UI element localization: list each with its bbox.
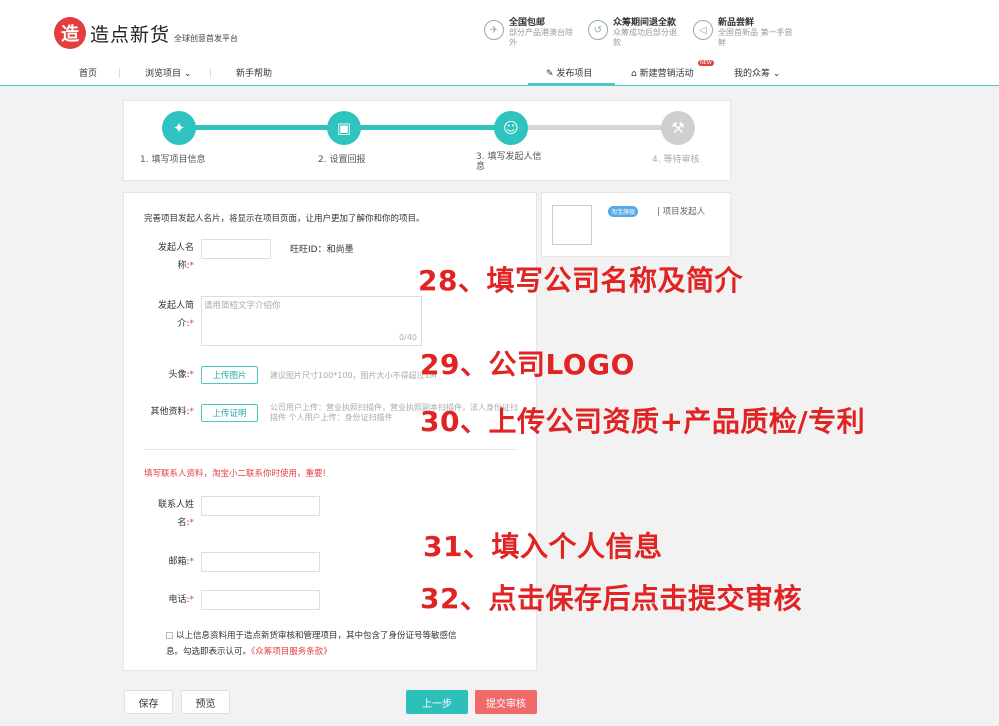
nav-publish[interactable]: ✎ 发布项目 [546, 66, 592, 79]
upload-proof-button[interactable]: 上传证明 [201, 404, 258, 422]
save-button[interactable]: 保存 [124, 690, 173, 714]
promo-free-shipping: ✈ 全国包邮 部分产品港澳台除外 [484, 18, 579, 48]
promo-subtitle: 众筹成功后部分退款 [613, 28, 677, 47]
refund-icon: ↺ [588, 20, 608, 40]
wangwang-id: 旺旺ID：和尚墨 [290, 245, 354, 255]
new-badge: NEW [698, 60, 714, 66]
annotation-30: 30、上传公司资质+产品质检/专利 [420, 405, 866, 438]
top-header: 造 造点新货 全球创意首发平台 ✈ 全国包邮 部分产品港澳台除外 ↺ 众筹期间退… [0, 0, 999, 86]
agreement-checkbox[interactable] [166, 632, 173, 639]
step-label-2: 2. 设置回报 [318, 155, 366, 165]
sponsor-role: | 项目发起人 [657, 207, 706, 217]
promo-new-products: ◁ 新品尝鲜 全国首新品 第一手尝鲜 [693, 18, 798, 48]
progress-steps: ✦ ▣ ☺ ⚒ 1. 填写项目信息 2. 设置回报 3. 填写发起人信息 4. … [123, 100, 731, 181]
phone-field[interactable] [201, 590, 320, 610]
divider [144, 449, 518, 450]
nav-publish-label: 发布项目 [556, 69, 593, 79]
nav-browse[interactable]: 浏览项目 ⌄ [145, 66, 191, 79]
step-label-3: 3. 填写发起人信息 [476, 152, 542, 172]
logo-mark: 造 [54, 17, 86, 49]
logo-name: 造点新货 [90, 23, 171, 46]
user-icon: ☺ [494, 111, 528, 145]
annotation-32: 32、点击保存后点击提交审核 [420, 582, 802, 615]
nav-help[interactable]: 新手帮助 [236, 66, 272, 79]
site-logo[interactable]: 造 造点新货 全球创意首发平台 [54, 17, 238, 49]
logo-tagline: 全球创意首发平台 [174, 33, 239, 43]
avatar-label: 头像:* [168, 370, 194, 380]
promo-title: 全国包邮 [509, 18, 546, 28]
step-label-4: 4. 等待审核 [652, 155, 700, 165]
contact-name-label: 联系人姓名:* [157, 500, 194, 528]
nav-browse-label: 浏览项目 [145, 69, 182, 79]
contact-warning: 填写联系人资料，淘宝小二联系你时使用，重要! [144, 469, 326, 479]
form-intro: 完善项目发起人名片，将显示在项目页面，让用户更加了解你和你的项目。 [144, 214, 425, 224]
gavel-icon: ⚒ [661, 111, 695, 145]
sponsor-card-preview: 淘宝旗舰 | 项目发起人 [541, 192, 731, 257]
sponsor-name-label: 发起人名称:* [157, 243, 194, 271]
avatar [552, 205, 592, 245]
gift-icon: ▣ [327, 111, 361, 145]
agreement: 以上信息资料用于造点新货审核和管理项目，其中包含了身份证号等敏感信息。勾选即表示… [166, 628, 466, 660]
char-counter: 0/40 [399, 333, 417, 342]
contact-name-input[interactable] [201, 496, 320, 516]
annotation-28: 28、填写公司名称及简介 [418, 264, 743, 297]
phone-label: 电话:* [168, 595, 194, 605]
edit-icon: ✎ [546, 69, 557, 79]
chevron-down-icon: ⌄ [181, 69, 192, 79]
email-label: 邮箱:* [168, 557, 194, 567]
annotation-31: 31、填入个人信息 [423, 530, 663, 563]
lightbulb-icon: ✦ [162, 111, 196, 145]
submit-review-button[interactable]: 提交审核 [475, 690, 537, 714]
sponsor-intro-placeholder: 请用简短文字介绍你 [204, 301, 281, 311]
sponsor-intro-label: 发起人简介:* [157, 301, 194, 329]
promo-title: 众筹期间退全款 [613, 18, 677, 28]
promo-title: 新品尝鲜 [718, 18, 755, 28]
nav-campaign[interactable]: ⌂ 新建营销活动 [631, 66, 694, 79]
store-badge: 淘宝旗舰 [608, 206, 639, 217]
gift-icon: ⌂ [631, 69, 640, 79]
promo-subtitle: 全国首新品 第一手尝鲜 [718, 28, 793, 47]
nav-active-indicator [528, 83, 615, 86]
promo-refund: ↺ 众筹期间退全款 众筹成功后部分退款 [588, 18, 683, 48]
step-label-1: 1. 填写项目信息 [140, 155, 206, 165]
other-docs-label: 其他资料:* [150, 407, 194, 417]
preview-button[interactable]: 预览 [181, 690, 230, 714]
main-nav: 首页 浏览项目 ⌄ 新手帮助 ✎ 发布项目 ⌂ 新建营销活动 NEW 我的众筹 … [0, 60, 999, 86]
nav-divider [119, 68, 120, 78]
chevron-down-icon: ⌄ [770, 69, 781, 79]
nav-campaign-label: 新建营销活动 [639, 69, 694, 79]
sponsor-intro-textarea[interactable]: 请用简短文字介绍你 0/40 [201, 296, 422, 346]
terms-link[interactable]: 《众筹项目服务条款》 [251, 647, 332, 657]
nav-my-label: 我的众筹 [734, 69, 771, 79]
megaphone-icon: ◁ [693, 20, 713, 40]
email-field[interactable] [201, 552, 320, 572]
upload-image-button[interactable]: 上传图片 [201, 366, 258, 384]
nav-divider [210, 68, 211, 78]
sponsor-name-input[interactable] [201, 239, 271, 259]
promo-subtitle: 部分产品港澳台除外 [509, 28, 573, 47]
nav-home[interactable]: 首页 [79, 66, 97, 79]
step-line-pending [509, 125, 679, 130]
annotation-29: 29、公司LOGO [420, 348, 635, 381]
truck-icon: ✈ [484, 20, 504, 40]
previous-step-button[interactable]: 上一步 [406, 690, 468, 714]
nav-my-crowdfunding[interactable]: 我的众筹 ⌄ [734, 66, 780, 79]
